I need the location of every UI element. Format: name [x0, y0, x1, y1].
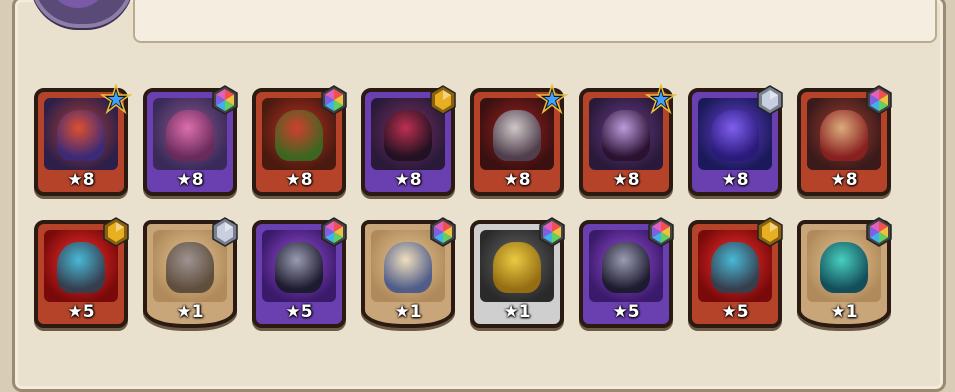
star-level: ★8	[67, 170, 95, 190]
hero-card[interactable]: ★8	[34, 84, 132, 196]
item-card[interactable]: ★1	[143, 217, 238, 328]
star-level: ★1	[830, 302, 858, 322]
item-rewards-row: ★5 ★1 ★5 ★1 ★1 ★5 ★5 ★1	[34, 217, 892, 328]
item-card[interactable]: ★5	[252, 217, 347, 328]
item-card[interactable]: ★1	[361, 217, 456, 328]
star-level: ★1	[176, 302, 204, 322]
hero-card[interactable]: ★8	[470, 84, 568, 196]
rarity-gem-icon	[318, 216, 350, 248]
star-level: ★8	[612, 170, 640, 190]
star-level: ★5	[612, 302, 640, 322]
header-bar	[133, 0, 937, 43]
star-level: ★8	[721, 170, 749, 190]
rarity-gem-icon	[318, 84, 350, 116]
rarity-gem-icon	[536, 84, 568, 116]
item-card[interactable]: ★5	[34, 217, 129, 328]
rarity-gem-icon	[536, 216, 568, 248]
rarity-gem-icon	[863, 84, 895, 116]
item-card[interactable]: ★1	[470, 217, 565, 328]
hero-card[interactable]: ★8	[361, 85, 456, 196]
star-level: ★5	[67, 302, 95, 322]
rewards-panel	[12, 0, 946, 392]
rarity-gem-icon	[100, 216, 132, 248]
rarity-gem-icon	[427, 216, 459, 248]
star-level: ★1	[503, 302, 531, 322]
rarity-gem-icon	[645, 216, 677, 248]
star-level: ★8	[503, 170, 531, 190]
rarity-gem-icon	[209, 84, 241, 116]
item-card[interactable]: ★1	[797, 217, 892, 328]
star-level: ★8	[830, 170, 858, 190]
rarity-gem-icon	[209, 216, 241, 248]
item-card[interactable]: ★5	[688, 217, 783, 328]
hero-card[interactable]: ★8	[797, 85, 892, 196]
item-card[interactable]: ★5	[579, 217, 674, 328]
rarity-gem-icon	[754, 84, 786, 116]
rarity-gem-icon	[645, 84, 677, 116]
rarity-gem-icon	[863, 216, 895, 248]
star-level: ★5	[721, 302, 749, 322]
hero-card[interactable]: ★8	[579, 84, 677, 196]
star-level: ★5	[285, 302, 313, 322]
hero-rewards-row: ★8 ★8 ★8 ★8 ★8 ★8 ★8 ★8	[34, 84, 892, 196]
hero-card[interactable]: ★8	[688, 85, 783, 196]
star-level: ★1	[394, 302, 422, 322]
star-level: ★8	[285, 170, 313, 190]
star-level: ★8	[176, 170, 204, 190]
hero-card[interactable]: ★8	[252, 85, 347, 196]
rarity-gem-icon	[427, 84, 459, 116]
rarity-gem-icon	[100, 84, 132, 116]
star-level: ★8	[394, 170, 422, 190]
rarity-gem-icon	[754, 216, 786, 248]
hero-card[interactable]: ★8	[143, 85, 238, 196]
